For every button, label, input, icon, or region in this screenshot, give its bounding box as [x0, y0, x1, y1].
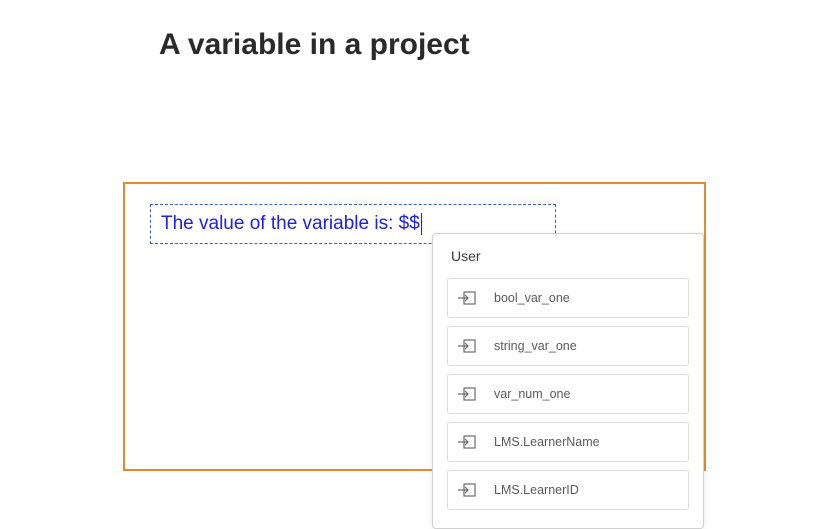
variable-icon	[458, 291, 476, 305]
dropdown-heading: User	[447, 248, 689, 264]
variable-item-bool-var-one[interactable]: bool_var_one	[447, 278, 689, 318]
variable-icon	[458, 483, 476, 497]
variable-item-lms-learnerid[interactable]: LMS.LearnerID	[447, 470, 689, 510]
variable-label: var_num_one	[494, 387, 570, 401]
variable-item-lms-learnername[interactable]: LMS.LearnerName	[447, 422, 689, 462]
variable-item-var-num-one[interactable]: var_num_one	[447, 374, 689, 414]
variable-item-string-var-one[interactable]: string_var_one	[447, 326, 689, 366]
variable-icon	[458, 339, 476, 353]
text-caret	[421, 213, 422, 235]
variable-label: LMS.LearnerID	[494, 483, 579, 497]
variable-icon	[458, 435, 476, 449]
variable-dropdown: User bool_var_one string_var_one	[432, 233, 704, 529]
page-title: A variable in a project	[159, 28, 470, 62]
variable-label: bool_var_one	[494, 291, 570, 305]
variable-icon	[458, 387, 476, 401]
variable-label: LMS.LearnerName	[494, 435, 600, 449]
variable-label: string_var_one	[494, 339, 577, 353]
text-field-content: The value of the variable is: $$	[161, 213, 420, 235]
